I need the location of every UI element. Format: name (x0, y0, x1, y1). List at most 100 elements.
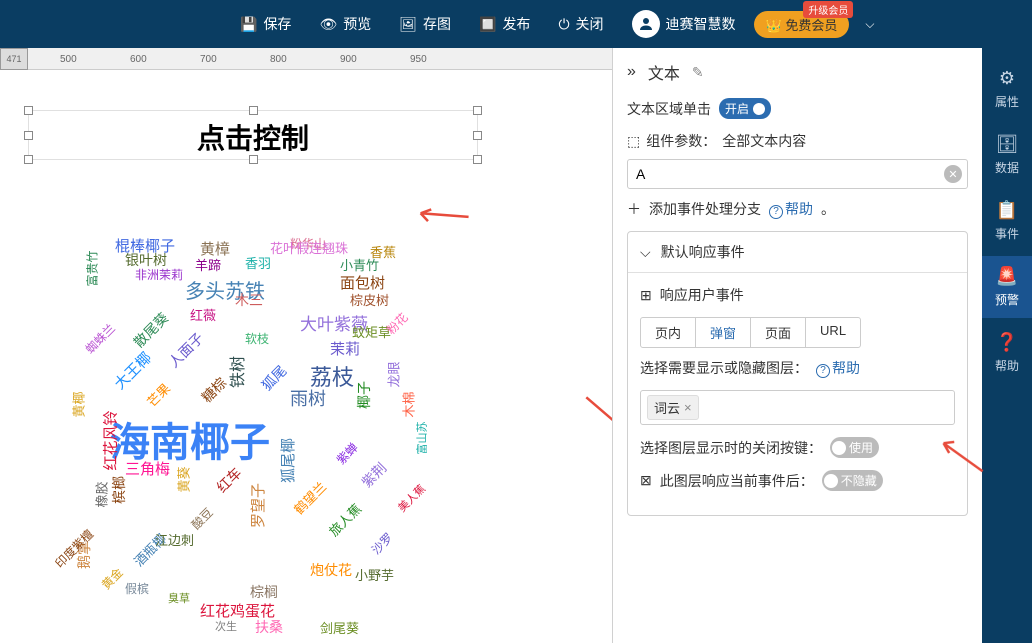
wordcloud-word[interactable]: 大王椰 (109, 347, 156, 394)
resize-handle[interactable] (249, 155, 258, 164)
wordcloud-word[interactable]: 三角梅 (125, 458, 170, 479)
wordcloud-word[interactable]: 假槟 (125, 580, 149, 597)
member-badge[interactable]: 👑 免费会员 升级会员 (754, 11, 850, 38)
wordcloud-word[interactable]: 鹤望兰 (289, 477, 330, 518)
wordcloud-word[interactable]: 雨树 (290, 385, 326, 411)
wordcloud-word[interactable]: 茉莉 (330, 338, 360, 359)
param-label: 组件参数： (646, 131, 716, 151)
image-icon: 🖼 (399, 16, 417, 33)
wordcloud-word[interactable]: 次生 (215, 618, 237, 634)
wordcloud-word[interactable]: 剑尾葵 (320, 618, 359, 637)
horizontal-ruler: 471 500 600 700 800 900 950 (0, 48, 612, 70)
wordcloud-word[interactable]: 棕榈 (250, 582, 278, 602)
click-region-toggle[interactable]: 开启 (719, 98, 771, 119)
wordcloud-word[interactable]: 臭草 (168, 590, 190, 606)
tab-页面[interactable]: 页面 (751, 318, 806, 347)
resize-handle[interactable] (473, 131, 482, 140)
wordcloud-word[interactable]: 红薇 (190, 305, 216, 324)
selected-text-element[interactable]: 点击控制 (28, 110, 478, 160)
wordcloud-word[interactable]: 人面子 (164, 328, 208, 372)
resize-handle[interactable] (24, 131, 33, 140)
wordcloud-word[interactable]: 黄椰 (69, 391, 88, 417)
wordcloud-word[interactable]: 非洲茉莉 (135, 266, 183, 283)
close-key-toggle[interactable]: 使用 (830, 437, 879, 458)
wordcloud-word[interactable]: 富贵竹 (84, 250, 101, 286)
tab-URL[interactable]: URL (806, 318, 860, 347)
resize-handle[interactable] (473, 155, 482, 164)
save-button[interactable]: 💾 保存 (230, 8, 301, 40)
wordcloud-word[interactable]: 龙眼 (384, 361, 403, 387)
wordcloud-word[interactable]: 羊蹄 (195, 255, 221, 274)
saveimg-button[interactable]: 🖼 存图 (389, 8, 461, 40)
plus-icon[interactable]: ＋ (627, 199, 641, 219)
wordcloud-widget[interactable]: 海南椰子荔枝雨树黄樟香蕉小青竹银叶树面包树粉华山红花鸡蛋花扶桑剑尾葵棕榈多头苏铁… (70, 230, 460, 620)
user-menu[interactable]: 迪赛智慧数 (622, 4, 746, 44)
tab-弹窗[interactable]: 弹窗 (696, 318, 751, 347)
wordcloud-word[interactable]: 美人蕉 (394, 481, 429, 516)
wordcloud-word[interactable]: 酸豆 (188, 504, 217, 533)
wordcloud-word[interactable]: 炮仗花 (310, 560, 352, 580)
layer-chip[interactable]: 词云 × (647, 395, 699, 420)
event-accordion: ⌵ 默认响应事件 ⊞ 响应用户事件 页内弹窗页面URL 选择需要显示或隐藏图层：… (627, 231, 968, 516)
close-key-label: 选择图层显示时的关闭按键： (640, 438, 822, 458)
wordcloud-word[interactable]: 橡胶 (92, 481, 111, 507)
wordcloud-word[interactable]: 富山苏 (414, 422, 430, 455)
chevron-down-icon[interactable]: ⌵ (865, 17, 874, 32)
canvas[interactable]: 点击控制 海南椰子荔枝雨树黄樟香蕉小青竹银叶树面包树粉华山红花鸡蛋花扶桑剑尾葵棕… (0, 70, 612, 643)
wordcloud-word[interactable]: 蜘蛛兰 (81, 320, 118, 357)
wordcloud-word[interactable]: 花叶假连翘珠 (270, 238, 348, 257)
tab-页内[interactable]: 页内 (641, 318, 696, 347)
param-value: 全部文本内容 (722, 131, 806, 151)
param-input[interactable] (627, 159, 968, 189)
sidebar-事件[interactable]: 📋事件 (982, 190, 1032, 252)
help-link[interactable]: ?帮助 (769, 199, 813, 219)
sidebar-帮助[interactable]: ❓帮助 (982, 322, 1032, 384)
hide-after-toggle[interactable]: 不隐藏 (822, 470, 883, 491)
wordcloud-word[interactable]: 软枝 (245, 330, 269, 347)
wordcloud-word[interactable]: 香羽 (245, 253, 271, 272)
wordcloud-word[interactable]: 红车 (212, 463, 246, 497)
wordcloud-word[interactable]: 扶桑 (255, 617, 283, 637)
wordcloud-word[interactable]: 狐尾椰 (277, 438, 298, 483)
collapse-panel-icon[interactable]: » (627, 63, 636, 81)
wordcloud-word[interactable]: 棕皮树 (350, 290, 389, 309)
wordcloud-word[interactable]: 棍棒椰子 (115, 235, 175, 256)
edit-icon[interactable]: ✎ (692, 64, 704, 81)
clear-input-icon[interactable]: ✕ (944, 165, 962, 183)
chip-remove-icon[interactable]: × (684, 400, 692, 415)
publish-button[interactable]: 🔲 发布 (469, 8, 540, 40)
sidebar-预警[interactable]: 🚨预警 (982, 256, 1032, 318)
wordcloud-word[interactable]: 旅人蕉 (324, 499, 365, 540)
help-link[interactable]: ?帮助 (816, 358, 860, 378)
wordcloud-word[interactable]: 沙罗 (368, 529, 397, 558)
wordcloud-word[interactable]: 黄金 (98, 564, 127, 593)
layer-chip-input[interactable]: 词云 × (640, 390, 955, 425)
wordcloud-word[interactable]: 紫蝉 (333, 439, 362, 468)
wordcloud-word[interactable]: 狐尾 (257, 361, 291, 395)
resize-handle[interactable] (24, 106, 33, 115)
wordcloud-word[interactable]: 紫荆 (357, 458, 391, 492)
wordcloud-word[interactable]: 罗望子 (247, 483, 268, 528)
save-label: 保存 (263, 14, 291, 34)
wordcloud-word[interactable]: 木棉 (399, 391, 418, 417)
wordcloud-word[interactable]: 散尾葵 (129, 308, 173, 352)
wordcloud-word[interactable]: 芒果 (142, 379, 174, 411)
wordcloud-word[interactable]: 椰子 (354, 381, 374, 409)
wordcloud-word[interactable]: 木三 (235, 290, 263, 310)
wordcloud-word[interactable]: 黄葵 (174, 466, 193, 492)
close-button[interactable]: ⏻ 关闭 (548, 8, 613, 40)
sidebar-数据[interactable]: 🗄数据 (982, 124, 1032, 186)
accordion-header[interactable]: ⌵ 默认响应事件 (628, 232, 967, 273)
user-event-label: 响应用户事件 (660, 285, 744, 305)
properties-panel: » 文本 ✎ 文本区域单击 开启 ⬚ 组件参数： 全部文本内容 ✕ ＋ 添加事件… (612, 48, 982, 643)
resize-handle[interactable] (249, 106, 258, 115)
wordcloud-word[interactable]: 红花风铃 (100, 410, 121, 470)
resize-handle[interactable] (24, 155, 33, 164)
sidebar-属性[interactable]: ⚙属性 (982, 58, 1032, 120)
add-branch-label[interactable]: 添加事件处理分支 (649, 199, 761, 219)
wordcloud-word[interactable]: 小野芋 (355, 565, 394, 584)
preview-button[interactable]: 👁 预览 (309, 8, 381, 40)
wordcloud-word[interactable]: 江边刺 (155, 530, 194, 549)
resize-handle[interactable] (473, 106, 482, 115)
wordcloud-word[interactable]: 槟榔 (109, 476, 129, 504)
